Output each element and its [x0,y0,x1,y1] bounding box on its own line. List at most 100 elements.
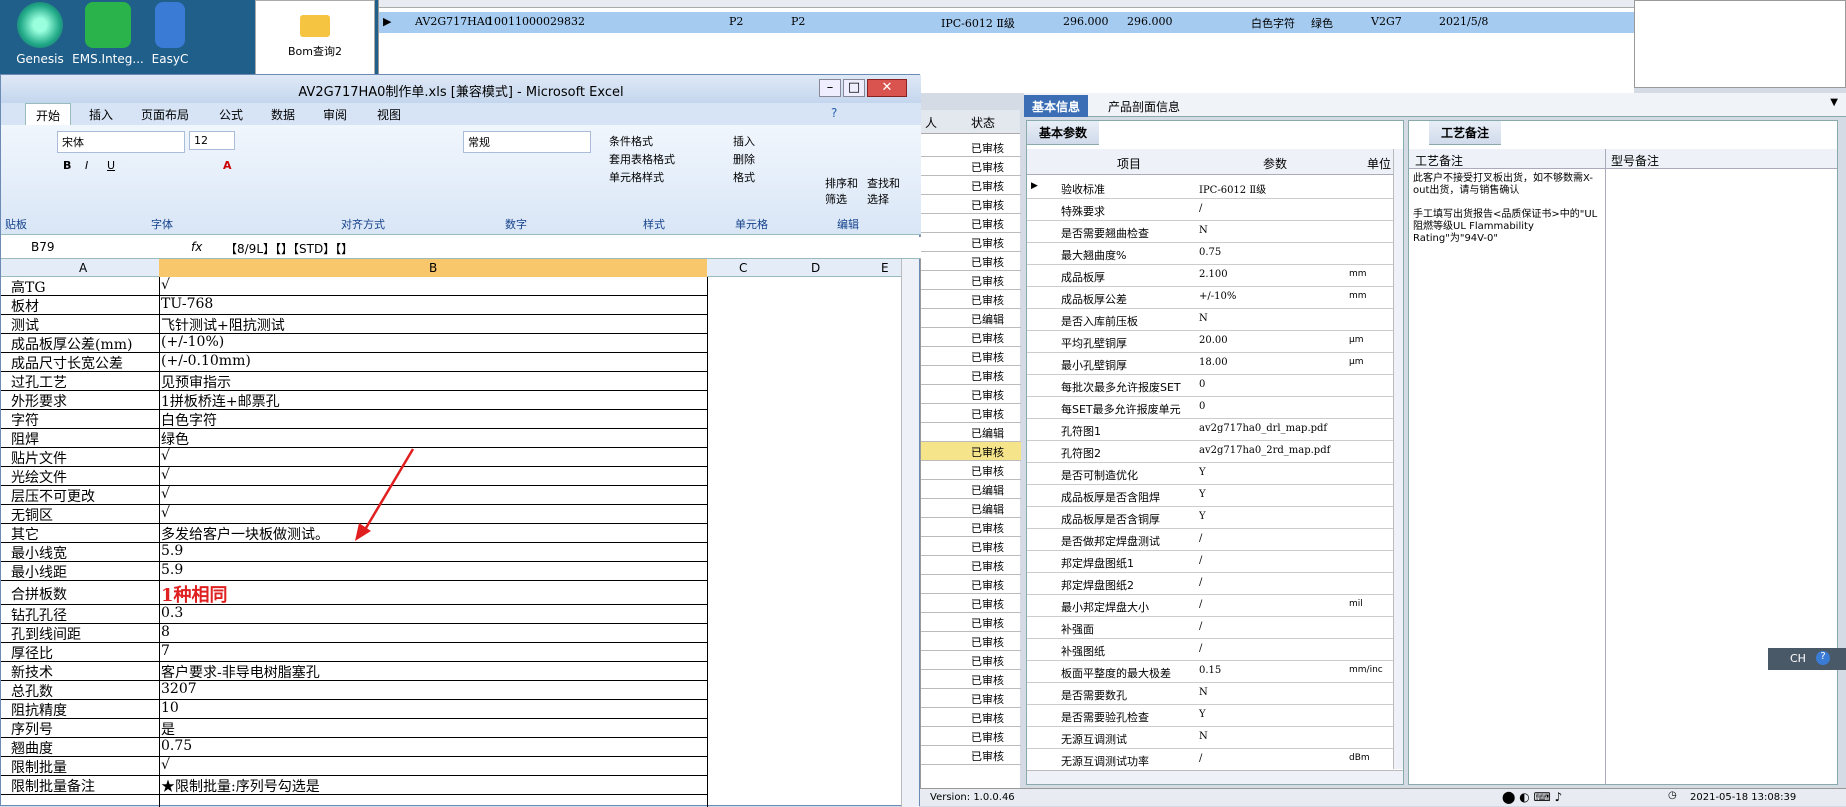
param-row[interactable]: 成品板厚是否含阻焊 Y [1027,485,1397,507]
status-row[interactable]: 已编辑 [921,480,1021,499]
param-row[interactable]: 成品板厚 2.100 mm [1027,265,1397,287]
cell-b[interactable]: 5.9 [161,562,701,578]
cell-a[interactable]: 最小线宽 [11,543,159,563]
sheet-vertical-scrollbar[interactable] [901,259,919,807]
format-as-table-button[interactable]: 套用表格格式 [605,149,679,169]
cell-a[interactable]: 贴片文件 [11,448,159,468]
status-row[interactable]: 已审核 [921,594,1021,613]
cell-a[interactable]: 钻孔孔径 [11,605,159,625]
cell-b[interactable]: 1拼板桥连+邮票孔 [161,391,701,411]
cell-a[interactable]: 成品板厚公差(mm) [11,334,159,354]
sheet-row[interactable]: 限制批量备注 ★限制批量:序列号勾选是 [1,776,707,795]
status-row[interactable]: 已审核 [921,252,1021,271]
minimize-icon[interactable]: – [819,79,841,97]
tab-review[interactable]: 审阅 [323,106,347,123]
status-row[interactable]: 已审核 [921,689,1021,708]
desktop-icon-genesis[interactable]: Genesis [2,0,78,72]
format-cells-button[interactable]: 格式 [729,167,759,187]
cell-a[interactable]: 成品尺寸长宽公差 [11,353,159,373]
font-name-select[interactable]: 宋体 [57,131,185,153]
cell-a[interactable]: 外形要求 [11,391,159,411]
cell-b[interactable]: 5.9 [161,543,701,559]
param-row[interactable]: 邦定焊盘图纸2 / [1027,573,1397,595]
sheet-row[interactable]: 过孔工艺 见预审指示 [1,372,707,391]
status-row[interactable]: 已审核 [921,233,1021,252]
param-row[interactable]: 成品板厚公差 +/-10% mm [1027,287,1397,309]
craft-note-text[interactable]: 此客户不接受打叉板出货，如不够数需X-out出货，请与销售确认 手工填写出货报告… [1413,173,1601,245]
status-row[interactable]: 已编辑 [921,309,1021,328]
cell-a[interactable]: 过孔工艺 [11,372,159,392]
cell-b[interactable]: 1种相同 [161,581,701,607]
cell-a[interactable]: 无铜区 [11,505,159,525]
param-row[interactable]: 是否需要翘曲检查 N [1027,221,1397,243]
status-row[interactable]: 已审核 [921,328,1021,347]
param-row[interactable]: 是否入库前压板 N [1027,309,1397,331]
cell-a[interactable]: 翘曲度 [11,738,159,758]
cell-b[interactable]: 7 [161,643,701,659]
param-row[interactable]: 补强面 / [1027,617,1397,639]
param-row[interactable]: 平均孔壁铜厚 20.00 μm [1027,331,1397,353]
status-row[interactable]: 已审核 [921,727,1021,746]
cell-b[interactable]: 是 [161,719,701,739]
cell-b[interactable]: (+/-10%) [161,334,701,350]
cell-a[interactable]: 合拼板数 [11,584,159,604]
cell-a[interactable]: 限制批量 [11,757,159,777]
cell-a[interactable]: 最小线距 [11,562,159,582]
cell-b[interactable]: 飞针测试+阻抗测试 [161,315,701,335]
cell-b[interactable]: √ [161,467,701,483]
sheet-row[interactable]: 阻抗精度 10 [1,700,707,719]
find-select-button[interactable]: 查找和选择 [863,173,909,209]
cell-b[interactable]: 白色字符 [161,410,701,430]
desktop-icon-ems[interactable]: EMS.Integ... [70,0,146,72]
cell-b[interactable]: 8 [161,624,701,640]
cell-b[interactable]: √ [161,448,701,464]
param-vertical-scrollbar[interactable] [1393,149,1403,769]
tab-insert[interactable]: 插入 [89,106,113,123]
sheet-row[interactable]: 最小线宽 5.9 [1,543,707,562]
status-row[interactable]: 已审核 [921,746,1021,765]
help-icon[interactable]: ? [1816,651,1830,665]
tab-product-section-info[interactable]: 产品剖面信息 [1100,95,1188,117]
cell-a[interactable]: 层压不可更改 [11,486,159,506]
sheet-row[interactable]: 翘曲度 0.75 [1,738,707,757]
sheet-row[interactable]: 板材 TU-768 [1,296,707,315]
status-row[interactable]: 已审核 [921,157,1021,176]
col-b-header[interactable]: B [429,261,437,275]
cell-b[interactable]: 0.75 [161,738,701,754]
sheet-row[interactable]: 新技术 客户要求-非导电树脂塞孔 [1,662,707,681]
tab-page-layout[interactable]: 页面布局 [141,106,189,123]
cell-a[interactable]: 新技术 [11,662,159,682]
help-icon[interactable]: ? [831,106,837,120]
status-row[interactable]: 已审核 [921,613,1021,632]
status-row[interactable]: 已审核 [921,404,1021,423]
formula-input[interactable]: 【8/9L】【】【STD】【】 [225,240,353,257]
close-icon[interactable]: ✕ [867,79,907,97]
col-c-header[interactable]: C [739,261,747,275]
sheet-row[interactable]: 合拼板数 1种相同 [1,581,707,607]
cell-b[interactable]: 见预审指示 [161,372,701,392]
status-row[interactable]: 已审核 [921,138,1021,157]
sheet-row[interactable]: 序列号是 [1,719,707,738]
font-size-select[interactable]: 12 [189,131,235,150]
sheet-row[interactable]: 高TG √ [1,277,707,296]
cell-a[interactable]: 孔到线间距 [11,624,159,644]
bom-query-icon-box[interactable]: Bom查询2 [255,0,375,75]
cell-b[interactable]: √ [161,277,701,293]
dropdown-arrow-icon[interactable]: ▼ [1830,97,1838,108]
italic-button[interactable]: I [81,157,92,174]
ime-language-bar[interactable]: CH ? [1768,648,1846,670]
cell-a[interactable]: 高TG [11,277,159,297]
delete-cells-button[interactable]: 删除 [729,149,759,169]
status-row[interactable]: 已审核 [921,708,1021,727]
cell-b[interactable]: 3207 [161,681,701,697]
top-grid-selected-row[interactable]: ▶ AV2G717HA0 10011000029832 P2 P2 IPC-60… [379,12,1635,33]
cell-a[interactable]: 测试 [11,315,159,335]
sheet-row[interactable]: 总孔数 3207 [1,681,707,700]
status-row[interactable]: 已审核 [921,670,1021,689]
maximize-icon[interactable]: □ [843,79,865,97]
param-row[interactable]: 孔符图1 av2g717ha0_drl_map.pdf [1027,419,1397,441]
param-horizontal-scrollbar[interactable] [1027,770,1403,784]
sheet-row[interactable]: 字符 白色字符 [1,410,707,429]
param-row[interactable]: 孔符图2 av2g717ha0_2rd_map.pdf [1027,441,1397,463]
tab-basic-info[interactable]: 基本信息 [1024,95,1089,117]
